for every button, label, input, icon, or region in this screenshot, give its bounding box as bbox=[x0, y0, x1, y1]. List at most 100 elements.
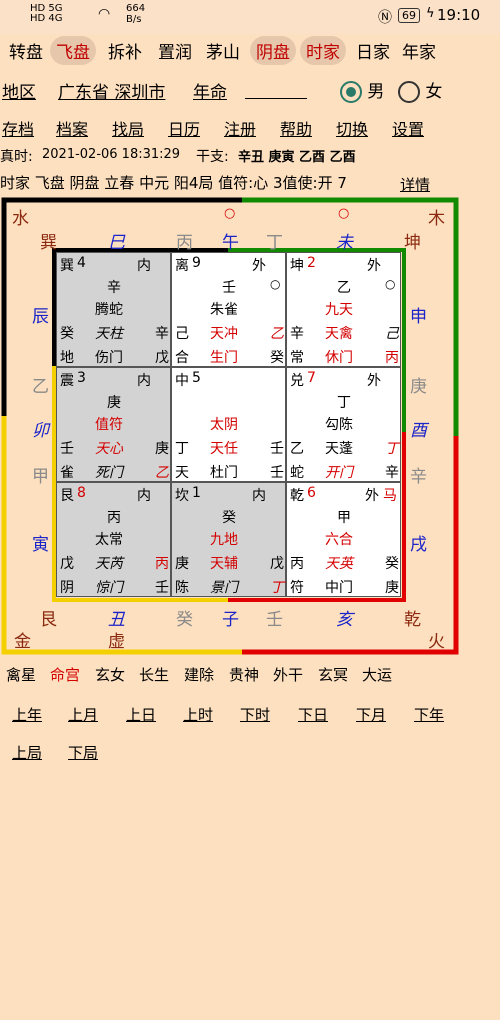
palace-xun[interactable]: 巽 4 内 辛 腾蛇 癸 天柱 辛 地 伤门 戊 bbox=[56, 252, 171, 367]
stem-right-2: 丙 bbox=[385, 350, 399, 366]
void-circle: ○ bbox=[270, 277, 281, 291]
earth-branch-left: 蛇 bbox=[290, 465, 304, 481]
palace-name: 巽 bbox=[60, 258, 74, 274]
palace-position: 外 bbox=[365, 488, 379, 504]
palace-dui[interactable]: 兑 7 外 丁 勾陈 乙 天蓬 丁 蛇 开门 辛 bbox=[286, 367, 401, 482]
palace-kan[interactable]: 坎 1 内 癸 九地 庚 天辅 戊 陈 景门 丁 bbox=[171, 482, 286, 597]
palace-gen[interactable]: 艮 8 内 丙 太常 戊 天芮 丙 阴 惊门 壬 bbox=[56, 482, 171, 597]
menu-save[interactable]: 存档 bbox=[2, 116, 34, 140]
heaven-stem: 庚 bbox=[107, 395, 121, 411]
deity: 朱雀 bbox=[210, 302, 238, 318]
next-board-button[interactable]: 下局 bbox=[68, 742, 98, 763]
menu-archive[interactable]: 档案 bbox=[56, 116, 88, 140]
female-radio[interactable] bbox=[398, 81, 420, 103]
palace-position: 内 bbox=[137, 258, 151, 274]
prev-year-button[interactable]: 上年 bbox=[12, 704, 42, 725]
star: 天芮 bbox=[95, 556, 123, 572]
male-option[interactable]: 男 bbox=[340, 77, 384, 103]
ganzhi-label: 干支: bbox=[196, 149, 229, 165]
tab-dayun[interactable]: 大运 bbox=[362, 664, 392, 685]
detail-link[interactable]: 详情 bbox=[400, 174, 430, 195]
menu-find[interactable]: 找局 bbox=[112, 116, 144, 140]
menu-switch[interactable]: 切换 bbox=[336, 116, 368, 140]
stem-right-2: 戊 bbox=[155, 350, 169, 366]
door: 杜门 bbox=[210, 465, 238, 481]
tab-waigan[interactable]: 外干 bbox=[273, 664, 303, 685]
prev-board-button[interactable]: 上局 bbox=[12, 742, 42, 763]
fate-input[interactable] bbox=[245, 78, 307, 99]
deity: 九天 bbox=[325, 302, 353, 318]
sim2-signal: HD 4G bbox=[30, 13, 63, 24]
branch-zi: 子 bbox=[222, 610, 239, 630]
tab-shijia[interactable]: 时家 bbox=[300, 36, 346, 65]
region-row: 地区 广东省 深圳市 年命 男 女 bbox=[0, 76, 500, 103]
earth-branch-left: 雀 bbox=[60, 465, 74, 481]
tab-xuanming[interactable]: 玄冥 bbox=[318, 664, 348, 685]
palace-grid: 巽 4 内 辛 腾蛇 癸 天柱 辛 地 伤门 戊 离 9 外 壬 ○ 朱雀 己 … bbox=[56, 252, 404, 599]
branch-chen: 辰 bbox=[32, 307, 49, 327]
tab-qinxing[interactable]: 禽星 bbox=[6, 664, 36, 685]
tab-changsheng[interactable]: 长生 bbox=[139, 664, 169, 685]
stem-right-2: 庚 bbox=[385, 580, 399, 596]
palace-number: 9 bbox=[192, 255, 201, 271]
menu-settings[interactable]: 设置 bbox=[392, 116, 424, 140]
palace-position: 外 bbox=[367, 258, 381, 274]
tab-minggong[interactable]: 命宫 bbox=[50, 664, 80, 685]
tab-jianchu[interactable]: 建除 bbox=[184, 664, 214, 685]
menu-register[interactable]: 注册 bbox=[224, 116, 256, 140]
prev-day-button[interactable]: 上日 bbox=[126, 704, 156, 725]
menu-calendar[interactable]: 日历 bbox=[168, 116, 200, 140]
door: 休门 bbox=[325, 350, 353, 366]
branch-wei: 未 bbox=[336, 233, 353, 253]
tab-feipan[interactable]: 飞盘 bbox=[50, 36, 96, 65]
prev-month-button[interactable]: 上月 bbox=[68, 704, 98, 725]
heaven-stem: 丙 bbox=[107, 510, 121, 526]
palace-center[interactable]: 中 5 太阴 丁 天任 壬 天 杜门 壬 bbox=[171, 367, 286, 482]
tab-xuannv[interactable]: 玄女 bbox=[95, 664, 125, 685]
palace-kun[interactable]: 坤 2 外 乙 ○ 九天 辛 天禽 己 常 休门 丙 bbox=[286, 252, 401, 367]
stem-right-2: 乙 bbox=[155, 465, 169, 481]
region-label[interactable]: 地区 bbox=[2, 78, 36, 103]
time-row: 真时: 2021-02-06 18:31:29 干支: 辛丑 庚寅 乙酉 乙酉 bbox=[0, 146, 500, 166]
tab-rijia[interactable]: 日家 bbox=[350, 36, 396, 65]
branch-you: 酉 bbox=[410, 421, 427, 441]
stem-right-2: 辛 bbox=[385, 465, 399, 481]
palace-position: 外 bbox=[252, 258, 266, 274]
next-month-button[interactable]: 下月 bbox=[356, 704, 386, 725]
tab-nianjia[interactable]: 年家 bbox=[396, 36, 442, 65]
network-speed: 664 B/s bbox=[126, 3, 145, 25]
palace-zhen[interactable]: 震 3 内 庚 值符 壬 天心 庚 雀 死门 乙 bbox=[56, 367, 171, 482]
next-day-button[interactable]: 下日 bbox=[298, 704, 328, 725]
next-year-button[interactable]: 下年 bbox=[414, 704, 444, 725]
element-fire: 火 bbox=[428, 632, 445, 652]
palace-position: 内 bbox=[137, 488, 151, 504]
stem-right: 己 bbox=[385, 326, 399, 342]
tab-guishen[interactable]: 贵神 bbox=[229, 664, 259, 685]
tab-zhirun[interactable]: 置润 bbox=[152, 36, 198, 65]
palace-number: 4 bbox=[77, 255, 86, 271]
fate-label[interactable]: 年命 bbox=[193, 78, 227, 103]
palace-position: 内 bbox=[252, 488, 266, 504]
tab-yinpan[interactable]: 阴盘 bbox=[250, 36, 296, 65]
male-radio[interactable] bbox=[340, 81, 362, 103]
next-hour-button[interactable]: 下时 bbox=[240, 704, 270, 725]
charging-icon: ϟ bbox=[426, 6, 435, 21]
stem-gui-bottom: 癸 bbox=[176, 610, 193, 630]
true-time-label: 真时: bbox=[0, 149, 33, 165]
tab-maoshan[interactable]: 茅山 bbox=[200, 36, 246, 65]
palace-position: 外 bbox=[367, 373, 381, 389]
menu-help[interactable]: 帮助 bbox=[280, 116, 312, 140]
tab-chaibu[interactable]: 拆补 bbox=[102, 36, 148, 65]
earth-stem-left: 壬 bbox=[60, 441, 74, 457]
region-value[interactable]: 广东省 深圳市 bbox=[58, 78, 165, 103]
prev-hour-button[interactable]: 上时 bbox=[183, 704, 213, 725]
star: 天冲 bbox=[210, 326, 238, 342]
element-wood: 木 bbox=[428, 209, 445, 229]
female-option[interactable]: 女 bbox=[398, 77, 442, 103]
tab-zhuanpan[interactable]: 转盘 bbox=[3, 36, 49, 65]
palace-li[interactable]: 离 9 外 壬 ○ 朱雀 己 天冲 乙 合 生门 癸 bbox=[171, 252, 286, 367]
heaven-stem: 甲 bbox=[337, 510, 351, 526]
palace-name: 坎 bbox=[175, 488, 189, 504]
battery-level: 69 bbox=[402, 9, 416, 22]
palace-qian[interactable]: 乾 6 外 马 甲 六合 丙 天英 癸 符 中门 庚 bbox=[286, 482, 401, 597]
